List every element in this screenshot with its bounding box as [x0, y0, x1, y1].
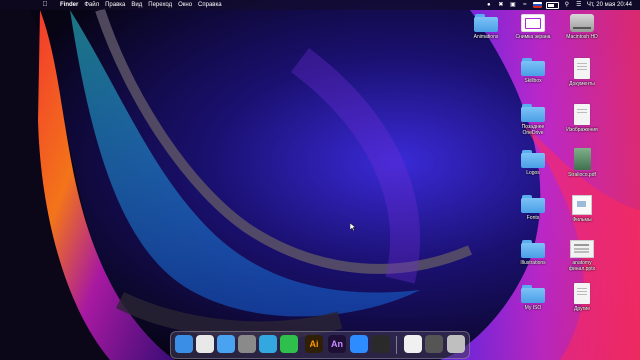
dropbox-icon[interactable]: ✖: [497, 2, 505, 9]
folder-icon: [521, 104, 545, 122]
folder-icon: [521, 150, 545, 168]
dock: Ai An: [170, 331, 470, 359]
presentation-file-icon: [570, 240, 594, 258]
desktop-screen:  Finder Файл Правка Вид Переход Окно Сп…: [0, 0, 640, 360]
illustrator-icon[interactable]: Ai: [305, 335, 323, 353]
screenshot-stack-icon[interactable]: [425, 335, 443, 353]
wifi-icon[interactable]: ≈: [521, 2, 529, 9]
document-icon[interactable]: [404, 335, 422, 353]
document-icon: [574, 58, 590, 79]
animate-icon[interactable]: An: [328, 335, 346, 353]
image-file-icon: [574, 104, 590, 125]
film-file-icon: [572, 195, 592, 215]
menu-go[interactable]: Переход: [148, 0, 178, 10]
flag-icon[interactable]: [532, 2, 542, 8]
apple-icon[interactable]: : [39, 0, 57, 10]
menu-view[interactable]: Вид: [131, 0, 148, 10]
record-icon[interactable]: ●: [485, 2, 493, 9]
desktop-icon-anatomy-pptx[interactable]: anatomy финал.pptx: [553, 240, 611, 272]
mail-icon[interactable]: [217, 335, 235, 353]
menu-window[interactable]: Окно: [178, 0, 198, 10]
folder-icon: [521, 58, 545, 76]
menu-bar:  Finder Файл Правка Вид Переход Окно Сп…: [0, 0, 640, 10]
search-icon[interactable]: ⚲: [563, 2, 571, 9]
desktop-icon-macintosh-hd[interactable]: Macintosh HD: [553, 14, 611, 40]
menu-app-name[interactable]: Finder: [60, 0, 84, 10]
screenshot-icon: [521, 14, 545, 32]
trash-icon[interactable]: [447, 335, 465, 353]
folder-icon: [521, 195, 545, 213]
folder-icon: [521, 285, 545, 303]
dock-separator: [396, 336, 397, 354]
desktop-icon-images[interactable]: Изображения: [553, 104, 611, 133]
telegram-icon[interactable]: [259, 335, 277, 353]
folder-icon: [521, 240, 545, 258]
chrome-icon[interactable]: [196, 335, 214, 353]
desktop-icon-other[interactable]: Другие: [553, 283, 611, 312]
menu-edit[interactable]: Правка: [105, 0, 131, 10]
mouse-cursor-icon: [350, 223, 356, 231]
folder-icon: [474, 14, 498, 32]
desktop-icon-films[interactable]: Фильмы: [553, 195, 611, 223]
display-icon[interactable]: ▣: [509, 2, 517, 9]
menu-file[interactable]: Файл: [84, 0, 105, 10]
menu-clock[interactable]: Чт, 20 мая 20:44: [587, 0, 632, 10]
zoom-icon[interactable]: [350, 335, 368, 353]
control-center-icon[interactable]: ☰: [575, 2, 583, 9]
whatsapp-icon[interactable]: [280, 335, 298, 353]
pdf-file-icon: [573, 148, 591, 170]
finder-icon[interactable]: [175, 335, 193, 353]
desktop-icon-stralioco-pdf[interactable]: Stralioco.pdf: [553, 148, 611, 178]
obs-icon[interactable]: [372, 335, 390, 353]
system-preferences-icon[interactable]: [238, 335, 256, 353]
document-icon: [574, 283, 590, 304]
menu-help[interactable]: Справка: [198, 0, 228, 10]
desktop-icon-documents[interactable]: Документы: [553, 58, 611, 87]
hard-drive-icon: [570, 14, 594, 32]
battery-icon[interactable]: [545, 1, 559, 9]
